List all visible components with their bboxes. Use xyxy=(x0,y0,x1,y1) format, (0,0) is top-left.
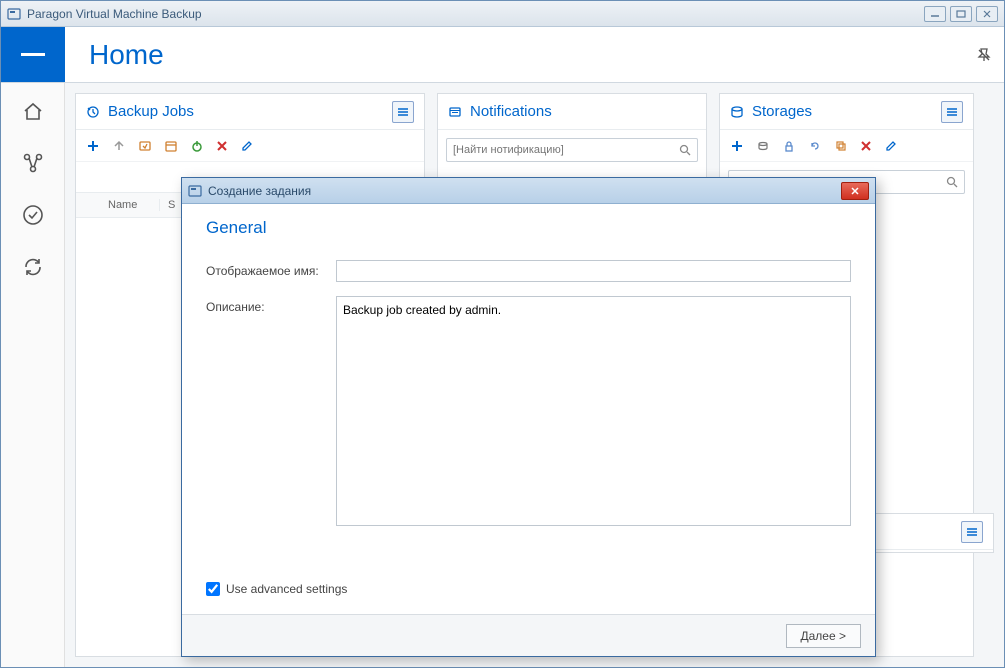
search-icon[interactable] xyxy=(946,176,958,188)
sync-icon[interactable] xyxy=(17,251,49,283)
display-name-field[interactable] xyxy=(336,260,851,282)
lock-icon[interactable] xyxy=(782,139,796,153)
dialog-titlebar[interactable]: Создание задания xyxy=(182,178,875,204)
sidebar xyxy=(1,83,65,667)
search-icon[interactable] xyxy=(679,144,691,156)
panel-title: Backup Jobs xyxy=(108,103,392,120)
display-name-label: Отображаемое имя: xyxy=(206,260,336,278)
workflow-icon[interactable] xyxy=(17,147,49,179)
storage-icon xyxy=(730,105,744,119)
import-icon[interactable] xyxy=(112,139,126,153)
panel-menu-button[interactable] xyxy=(941,101,963,123)
refresh-icon[interactable] xyxy=(808,139,822,153)
pin-icon[interactable] xyxy=(964,27,1004,82)
maximize-button[interactable] xyxy=(950,6,972,22)
app-icon xyxy=(7,7,21,21)
close-button[interactable] xyxy=(976,6,998,22)
advanced-settings-checkbox[interactable] xyxy=(206,582,220,596)
dialog-icon xyxy=(188,184,202,198)
menu-toggle-button[interactable] xyxy=(1,27,65,82)
app-titlebar: Paragon Virtual Machine Backup xyxy=(1,1,1004,27)
restore-icon[interactable] xyxy=(138,139,152,153)
delete-icon[interactable] xyxy=(860,140,872,152)
search-input[interactable] xyxy=(453,144,679,156)
minimize-button[interactable] xyxy=(924,6,946,22)
notifications-icon xyxy=(448,105,462,119)
home-icon[interactable] xyxy=(17,95,49,127)
create-job-dialog: Создание задания General Отображаемое им… xyxy=(181,177,876,657)
panel-menu-button[interactable] xyxy=(392,101,414,123)
add-icon[interactable] xyxy=(86,139,100,153)
copy-icon[interactable] xyxy=(834,139,848,153)
description-field[interactable] xyxy=(336,296,851,526)
delete-icon[interactable] xyxy=(216,140,228,152)
advanced-settings-label: Use advanced settings xyxy=(226,582,347,596)
panel-title: Storages xyxy=(752,103,941,120)
dialog-title: Создание задания xyxy=(208,184,841,198)
advanced-settings-row[interactable]: Use advanced settings xyxy=(206,582,347,596)
disk-icon[interactable] xyxy=(756,139,770,153)
dialog-section-title: General xyxy=(206,218,851,238)
notification-search[interactable] xyxy=(446,138,698,162)
panel-menu-button[interactable] xyxy=(961,521,983,543)
edit-icon[interactable] xyxy=(240,139,254,153)
app-title: Paragon Virtual Machine Backup xyxy=(27,7,924,21)
next-button[interactable]: Далее > xyxy=(786,624,862,648)
check-icon[interactable] xyxy=(17,199,49,231)
col-name[interactable]: Name xyxy=(100,199,160,211)
add-icon[interactable] xyxy=(730,139,744,153)
panel-title: Notifications xyxy=(470,103,696,120)
backup-icon xyxy=(86,105,100,119)
dialog-close-button[interactable] xyxy=(841,182,869,200)
power-icon[interactable] xyxy=(190,139,204,153)
page-title: Home xyxy=(65,27,964,82)
description-label: Описание: xyxy=(206,296,336,314)
schedule-icon[interactable] xyxy=(164,139,178,153)
edit-icon[interactable] xyxy=(884,139,898,153)
